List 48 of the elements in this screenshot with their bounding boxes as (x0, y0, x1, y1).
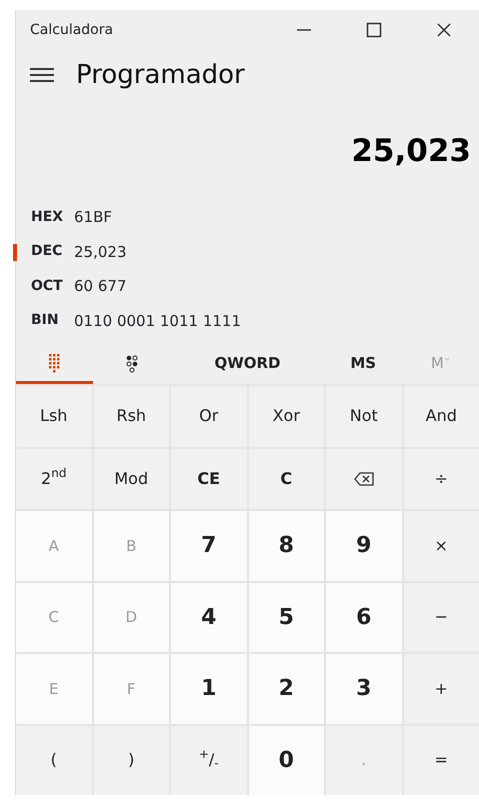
close-icon (436, 22, 452, 38)
radix-label[interactable]: HEX (16, 206, 74, 228)
key-button[interactable]: Or (171, 386, 246, 446)
key-button[interactable]: 4 (171, 582, 246, 652)
key-button[interactable]: 3 (326, 654, 402, 724)
key-button[interactable]: Xor (248, 386, 324, 446)
mode-title: Programador (76, 58, 245, 92)
key-button[interactable]: 9 (326, 511, 402, 580)
dots-icon (126, 354, 138, 372)
radix-label[interactable]: BIN (16, 310, 74, 332)
key-button[interactable]: 2 (248, 654, 324, 724)
key-button[interactable]: Rsh (94, 386, 169, 446)
key-button[interactable]: C (248, 448, 324, 509)
menu-icon[interactable] (30, 67, 54, 83)
key-button[interactable]: Not (326, 386, 402, 446)
radix-value: 25,023 (74, 242, 126, 262)
key-button[interactable]: 6 (326, 582, 402, 652)
radix-label[interactable]: OCT (16, 276, 74, 297)
radix-value: 0110 0001 1011 1111 (74, 310, 241, 332)
key-button[interactable]: ÷ (404, 448, 479, 509)
radix-value: 61BF (74, 207, 112, 228)
memory-store-button[interactable]: MS (324, 346, 402, 384)
key-button[interactable]: And (404, 386, 479, 446)
key-button[interactable]: Lsh (16, 386, 92, 446)
key-button[interactable]: 8 (248, 511, 324, 580)
word-size-button[interactable]: QWORD (170, 346, 325, 384)
key-button[interactable]: 2$^{nd}$ (16, 448, 92, 509)
key-button[interactable]: × (404, 511, 479, 580)
backspace-button[interactable] (326, 448, 402, 509)
key-button[interactable]: CE (171, 448, 246, 509)
keypad-icon (49, 354, 60, 373)
key-button[interactable]: ) (94, 726, 169, 795)
radix-value: 60 677 (74, 276, 126, 297)
key-button[interactable]: 0 (248, 726, 324, 795)
key-button[interactable]: − (404, 582, 479, 652)
key-button[interactable]: 7 (171, 511, 246, 580)
key-button[interactable]: 5 (248, 582, 324, 652)
window-title: Calculadora (30, 20, 114, 40)
result-display: 25,023 (350, 132, 472, 171)
radix-label[interactable]: DEC (16, 241, 74, 262)
key-button[interactable]: Mod (94, 448, 169, 509)
backspace-icon (354, 472, 374, 486)
key-button[interactable]: + (404, 654, 479, 724)
key-button[interactable]: ( (16, 726, 92, 795)
key-button[interactable]: $^{+}$/$_{-}$ (171, 726, 246, 795)
key-button[interactable]: = (404, 726, 479, 795)
key-button[interactable]: 1 (171, 654, 246, 724)
maximize-icon (366, 22, 382, 38)
